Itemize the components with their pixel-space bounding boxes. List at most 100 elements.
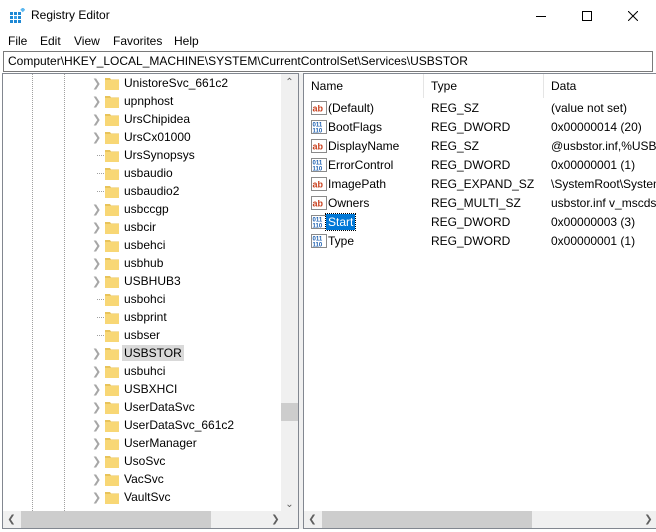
svg-text:110: 110	[313, 129, 323, 135]
chevron-right-icon[interactable]: ❯	[92, 491, 102, 504]
value-data: @usbstor.inf,%USBSTOR	[551, 139, 656, 153]
scroll-up-icon[interactable]: ⌃	[281, 74, 298, 91]
folder-icon	[104, 147, 120, 163]
tree-item[interactable]: ❯ usbccgp	[3, 200, 283, 218]
values-list-pane[interactable]: Name Type Data ab (Default) REG_SZ (value n…	[303, 73, 656, 529]
tree-item[interactable]: usbaudio2	[3, 182, 283, 200]
minimize-button[interactable]	[518, 0, 564, 31]
tree-connector	[97, 191, 104, 192]
chevron-right-icon[interactable]: ❯	[92, 401, 102, 414]
address-bar[interactable]: Computer\HKEY_LOCAL_MACHINE\SYSTEM\Curre…	[3, 51, 653, 72]
string-value-icon: ab	[311, 100, 327, 116]
folder-icon	[104, 219, 120, 235]
tree-vertical-scrollbar[interactable]: ⌃ ⌄	[281, 74, 298, 513]
tree-item[interactable]: usbprint	[3, 308, 283, 326]
tree-item[interactable]: ❯ usbcir	[3, 218, 283, 236]
tree-item-label: USBHUB3	[124, 274, 181, 288]
tree-item[interactable]: usbohci	[3, 290, 283, 308]
tree-item[interactable]: ❯ UrsChipidea	[3, 110, 283, 128]
tree-item[interactable]: ❯ VaultSvc	[3, 488, 283, 506]
tree-item[interactable]: ❯ USBXHCI	[3, 380, 283, 398]
tree-item[interactable]: ❯ UnistoreSvc_661c2	[3, 74, 283, 92]
chevron-right-icon[interactable]: ❯	[92, 257, 102, 270]
chevron-right-icon[interactable]: ❯	[92, 77, 102, 90]
value-data: (value not set)	[551, 101, 628, 115]
value-name: (Default)	[328, 101, 375, 115]
tree-vscroll-thumb[interactable]	[281, 403, 298, 421]
value-row[interactable]: ab ImagePath REG_EXPAND_SZ \SystemRoot\Syst…	[304, 175, 656, 194]
chevron-right-icon[interactable]: ❯	[92, 473, 102, 486]
chevron-right-icon[interactable]: ❯	[92, 221, 102, 234]
value-name: BootFlags	[328, 120, 383, 134]
string-value-icon: ab	[311, 195, 327, 211]
tree-item[interactable]: ❯ UserDataSvc_661c2	[3, 416, 283, 434]
menu-view[interactable]: View	[74, 34, 100, 48]
value-type: REG_EXPAND_SZ	[431, 177, 535, 191]
tree-horizontal-scrollbar[interactable]: ❮ ❯	[3, 511, 298, 528]
tree-item[interactable]: ❯ UsoSvc	[3, 452, 283, 470]
tree-item-label: UserDataSvc	[124, 400, 195, 414]
scroll-right-icon[interactable]: ❯	[640, 511, 656, 528]
tree-item-label: UrsChipidea	[124, 112, 191, 126]
tree-item[interactable]: ❯ USBHUB3	[3, 272, 283, 290]
value-row[interactable]: 011 110 Start REG_DWORD 0x00000003 (3)	[304, 213, 656, 232]
tree-item-label: usbcir	[124, 220, 157, 234]
tree-item[interactable]: ❯ usbuhci	[3, 362, 283, 380]
tree-item[interactable]: UrsSynopsys	[3, 146, 283, 164]
tree-item[interactable]: ❯ USBSTOR	[3, 344, 283, 362]
tree-hscroll-thumb[interactable]	[21, 511, 211, 528]
chevron-right-icon[interactable]: ❯	[92, 131, 102, 144]
scroll-right-icon[interactable]: ❯	[267, 511, 284, 528]
value-row[interactable]: ab DisplayName REG_SZ @usbstor.inf,%USBSTOR	[304, 137, 656, 156]
chevron-right-icon[interactable]: ❯	[92, 383, 102, 396]
binary-value-icon: 011 110	[311, 157, 327, 173]
value-type: REG_DWORD	[431, 234, 511, 248]
key-tree-pane[interactable]: ❯ UnistoreSvc_661c2 ❯ upnphost ❯ UrsChipidea ❯…	[2, 73, 299, 529]
tree-item[interactable]: ❯ upnphost	[3, 92, 283, 110]
tree-item[interactable]: ❯ usbehci	[3, 236, 283, 254]
tree-item[interactable]: usbser	[3, 326, 283, 344]
value-row[interactable]: ab Owners REG_MULTI_SZ usbstor.inf v_mscdsc	[304, 194, 656, 213]
close-button[interactable]	[610, 0, 656, 31]
chevron-right-icon[interactable]: ❯	[92, 455, 102, 468]
tree-item-label: usbaudio2	[124, 184, 180, 198]
chevron-right-icon[interactable]: ❯	[92, 275, 102, 288]
tree-item-label: UserManager	[124, 436, 197, 450]
values-horizontal-scrollbar[interactable]: ❮ ❯	[304, 511, 656, 528]
chevron-right-icon[interactable]: ❯	[92, 95, 102, 108]
tree-item[interactable]: ❯ UrsCx01000	[3, 128, 283, 146]
tree-item-label: VaultSvc	[124, 490, 171, 504]
value-row[interactable]: 011 110 BootFlags REG_DWORD 0x00000014 (20)	[304, 118, 656, 137]
menu-file[interactable]: File	[8, 34, 27, 48]
maximize-button[interactable]	[564, 0, 610, 31]
menu-edit[interactable]: Edit	[40, 34, 61, 48]
chevron-right-icon[interactable]: ❯	[92, 437, 102, 450]
chevron-right-icon[interactable]: ❯	[92, 239, 102, 252]
tree-item-label: usbaudio	[124, 166, 173, 180]
tree-item[interactable]: usbaudio	[3, 164, 283, 182]
values-hscroll-thumb[interactable]	[322, 511, 532, 528]
tree-item[interactable]: ❯ usbhub	[3, 254, 283, 272]
folder-icon	[104, 129, 120, 145]
column-header-type[interactable]: Type	[424, 74, 544, 98]
chevron-right-icon[interactable]: ❯	[92, 365, 102, 378]
tree-item-label: USBXHCI	[124, 382, 178, 396]
scroll-left-icon[interactable]: ❮	[304, 511, 321, 528]
menu-help[interactable]: Help	[174, 34, 199, 48]
chevron-right-icon[interactable]: ❯	[92, 419, 102, 432]
chevron-right-icon[interactable]: ❯	[92, 347, 102, 360]
value-row[interactable]: ab (Default) REG_SZ (value not set)	[304, 99, 656, 118]
chevron-right-icon[interactable]: ❯	[92, 203, 102, 216]
menu-favorites[interactable]: Favorites	[113, 34, 162, 48]
chevron-right-icon[interactable]: ❯	[92, 113, 102, 126]
tree-item[interactable]: ❯ UserDataSvc	[3, 398, 283, 416]
value-type: REG_DWORD	[431, 120, 511, 134]
value-row[interactable]: 011 110 ErrorControl REG_DWORD 0x00000001 (1…	[304, 156, 656, 175]
column-header-name[interactable]: Name	[304, 74, 424, 98]
scroll-left-icon[interactable]: ❮	[3, 511, 20, 528]
value-row[interactable]: 011 110 Type REG_DWORD 0x00000001 (1)	[304, 232, 656, 251]
column-header-data[interactable]: Data	[544, 74, 656, 98]
tree-item[interactable]: ❯ UserManager	[3, 434, 283, 452]
svg-text:ab: ab	[313, 199, 324, 209]
tree-item[interactable]: ❯ VacSvc	[3, 470, 283, 488]
